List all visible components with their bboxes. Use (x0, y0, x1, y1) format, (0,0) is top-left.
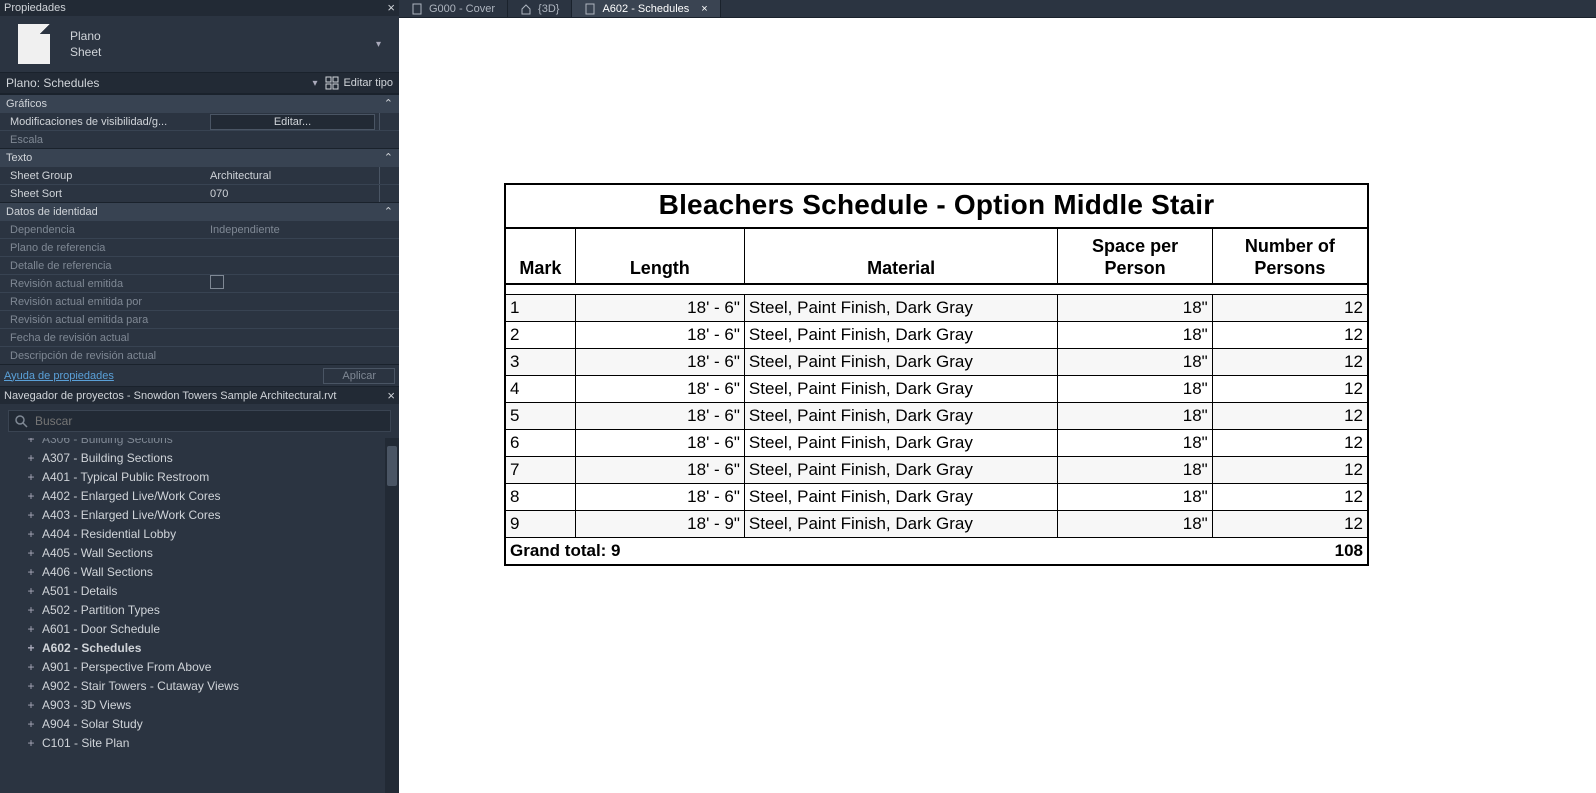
tree-item[interactable]: +A402 - Enlarged Live/Work Cores (18, 487, 399, 506)
expand-icon[interactable]: + (26, 658, 36, 677)
expand-icon[interactable]: + (26, 506, 36, 525)
collapse-icon: ⌃ (384, 95, 393, 112)
expand-icon[interactable]: + (26, 525, 36, 544)
apply-button[interactable]: Aplicar (323, 368, 395, 384)
instance-label: Plano: Schedules (6, 76, 304, 90)
sheet-canvas[interactable]: Bleachers Schedule - Option Middle Stair… (399, 18, 1596, 793)
tree-item[interactable]: +A404 - Residential Lobby (18, 525, 399, 544)
tree-item[interactable]: +A601 - Door Schedule (18, 620, 399, 639)
schedule-title: Bleachers Schedule - Option Middle Stair (506, 185, 1367, 229)
project-tree[interactable]: +A306 - Building Sections+A307 - Buildin… (0, 438, 399, 793)
sheet-icon (411, 3, 423, 15)
tree-item[interactable]: +A306 - Building Sections (18, 438, 399, 449)
type-name: Plano (70, 28, 368, 44)
expand-icon[interactable]: + (26, 639, 36, 658)
schedule-row: 318' - 6"Steel, Paint Finish, Dark Gray1… (506, 349, 1367, 376)
tree-scrollbar[interactable] (385, 438, 399, 793)
type-selector[interactable]: Plano Sheet ▾ (0, 16, 399, 72)
close-icon[interactable]: × (387, 387, 395, 404)
expand-icon[interactable]: + (26, 582, 36, 601)
tree-item[interactable]: +A901 - Perspective From Above (18, 658, 399, 677)
view-tab[interactable]: {3D} (508, 0, 572, 17)
sheet-icon (18, 24, 50, 64)
schedule-row: 518' - 6"Steel, Paint Finish, Dark Gray1… (506, 403, 1367, 430)
collapse-icon: ⌃ (384, 149, 393, 166)
tree-item[interactable]: +A903 - 3D Views (18, 696, 399, 715)
close-icon[interactable]: × (387, 0, 395, 16)
chevron-down-icon[interactable]: ▾ (368, 39, 389, 50)
tree-item[interactable]: +A307 - Building Sections (18, 449, 399, 468)
type-sub: Sheet (70, 44, 368, 60)
tree-item[interactable]: +A904 - Solar Study (18, 715, 399, 734)
sheet-group-value[interactable]: Architectural (210, 167, 375, 184)
expand-icon[interactable]: + (26, 449, 36, 468)
expand-icon[interactable]: + (26, 734, 36, 753)
edit-type-icon (325, 76, 339, 90)
expand-icon[interactable]: + (26, 601, 36, 620)
search-icon (14, 414, 28, 428)
sheet-icon (584, 3, 596, 15)
expand-icon[interactable]: + (26, 696, 36, 715)
section-texto[interactable]: Texto⌃ (0, 148, 399, 166)
schedule-row: 118' - 6"Steel, Paint Finish, Dark Gray1… (506, 295, 1367, 322)
tree-item[interactable]: +C101 - Site Plan (18, 734, 399, 753)
revision-issued-checkbox[interactable] (210, 275, 224, 289)
sheet-sort-value[interactable]: 070 (210, 185, 375, 202)
properties-panel-header: Propiedades × (0, 0, 399, 16)
expand-icon[interactable]: + (26, 438, 36, 449)
schedule-row: 418' - 6"Steel, Paint Finish, Dark Gray1… (506, 376, 1367, 403)
section-identidad[interactable]: Datos de identidad⌃ (0, 202, 399, 220)
header-number-of-persons: Number ofPersons (1213, 229, 1367, 283)
home-icon (520, 3, 532, 15)
view-tabs: G000 - Cover{3D}A602 - Schedules× (399, 0, 1596, 18)
view-tab[interactable]: A602 - Schedules× (572, 0, 720, 17)
tree-item[interactable]: +A403 - Enlarged Live/Work Cores (18, 506, 399, 525)
expand-icon[interactable]: + (26, 677, 36, 696)
tree-item[interactable]: +A401 - Typical Public Restroom (18, 468, 399, 487)
edit-type-button[interactable]: Editar tipo (325, 76, 393, 90)
schedule-row: 618' - 6"Steel, Paint Finish, Dark Gray1… (506, 430, 1367, 457)
schedule-row: 918' - 9"Steel, Paint Finish, Dark Gray1… (506, 511, 1367, 538)
properties-title: Propiedades (4, 0, 66, 16)
tree-item[interactable]: +A405 - Wall Sections (18, 544, 399, 563)
search-input[interactable] (8, 410, 391, 432)
section-graficos[interactable]: Gráficos⌃ (0, 94, 399, 112)
schedule-row: 718' - 6"Steel, Paint Finish, Dark Gray1… (506, 457, 1367, 484)
schedule-table: Bleachers Schedule - Option Middle Stair… (504, 183, 1369, 566)
expand-icon[interactable]: + (26, 487, 36, 506)
edit-visibility-button[interactable]: Editar... (210, 114, 375, 130)
tree-item[interactable]: +A406 - Wall Sections (18, 563, 399, 582)
collapse-icon: ⌃ (384, 203, 393, 220)
expand-icon[interactable]: + (26, 620, 36, 639)
properties-help-link[interactable]: Ayuda de propiedades (4, 370, 114, 382)
expand-icon[interactable]: + (26, 544, 36, 563)
schedule-grand-total: Grand total: 9 108 (506, 538, 1367, 564)
schedule-row: 218' - 6"Steel, Paint Finish, Dark Gray1… (506, 322, 1367, 349)
header-space-per-person: Space perPerson (1058, 229, 1212, 283)
tree-item[interactable]: +A902 - Stair Towers - Cutaway Views (18, 677, 399, 696)
tree-item[interactable]: +A602 - Schedules (18, 639, 399, 658)
project-browser-header: Navegador de proyectos - Snowdon Towers … (0, 386, 399, 404)
close-icon[interactable]: × (701, 3, 707, 15)
expand-icon[interactable]: + (26, 715, 36, 734)
schedule-header-row: Mark Length Material Space perPerson Num… (506, 229, 1367, 285)
tree-item[interactable]: +A502 - Partition Types (18, 601, 399, 620)
expand-icon[interactable]: + (26, 563, 36, 582)
expand-icon[interactable]: + (26, 468, 36, 487)
schedule-row: 818' - 6"Steel, Paint Finish, Dark Gray1… (506, 484, 1367, 511)
tree-item[interactable]: +A501 - Details (18, 582, 399, 601)
chevron-down-icon[interactable]: ▾ (304, 78, 325, 89)
view-tab[interactable]: G000 - Cover (399, 0, 508, 17)
